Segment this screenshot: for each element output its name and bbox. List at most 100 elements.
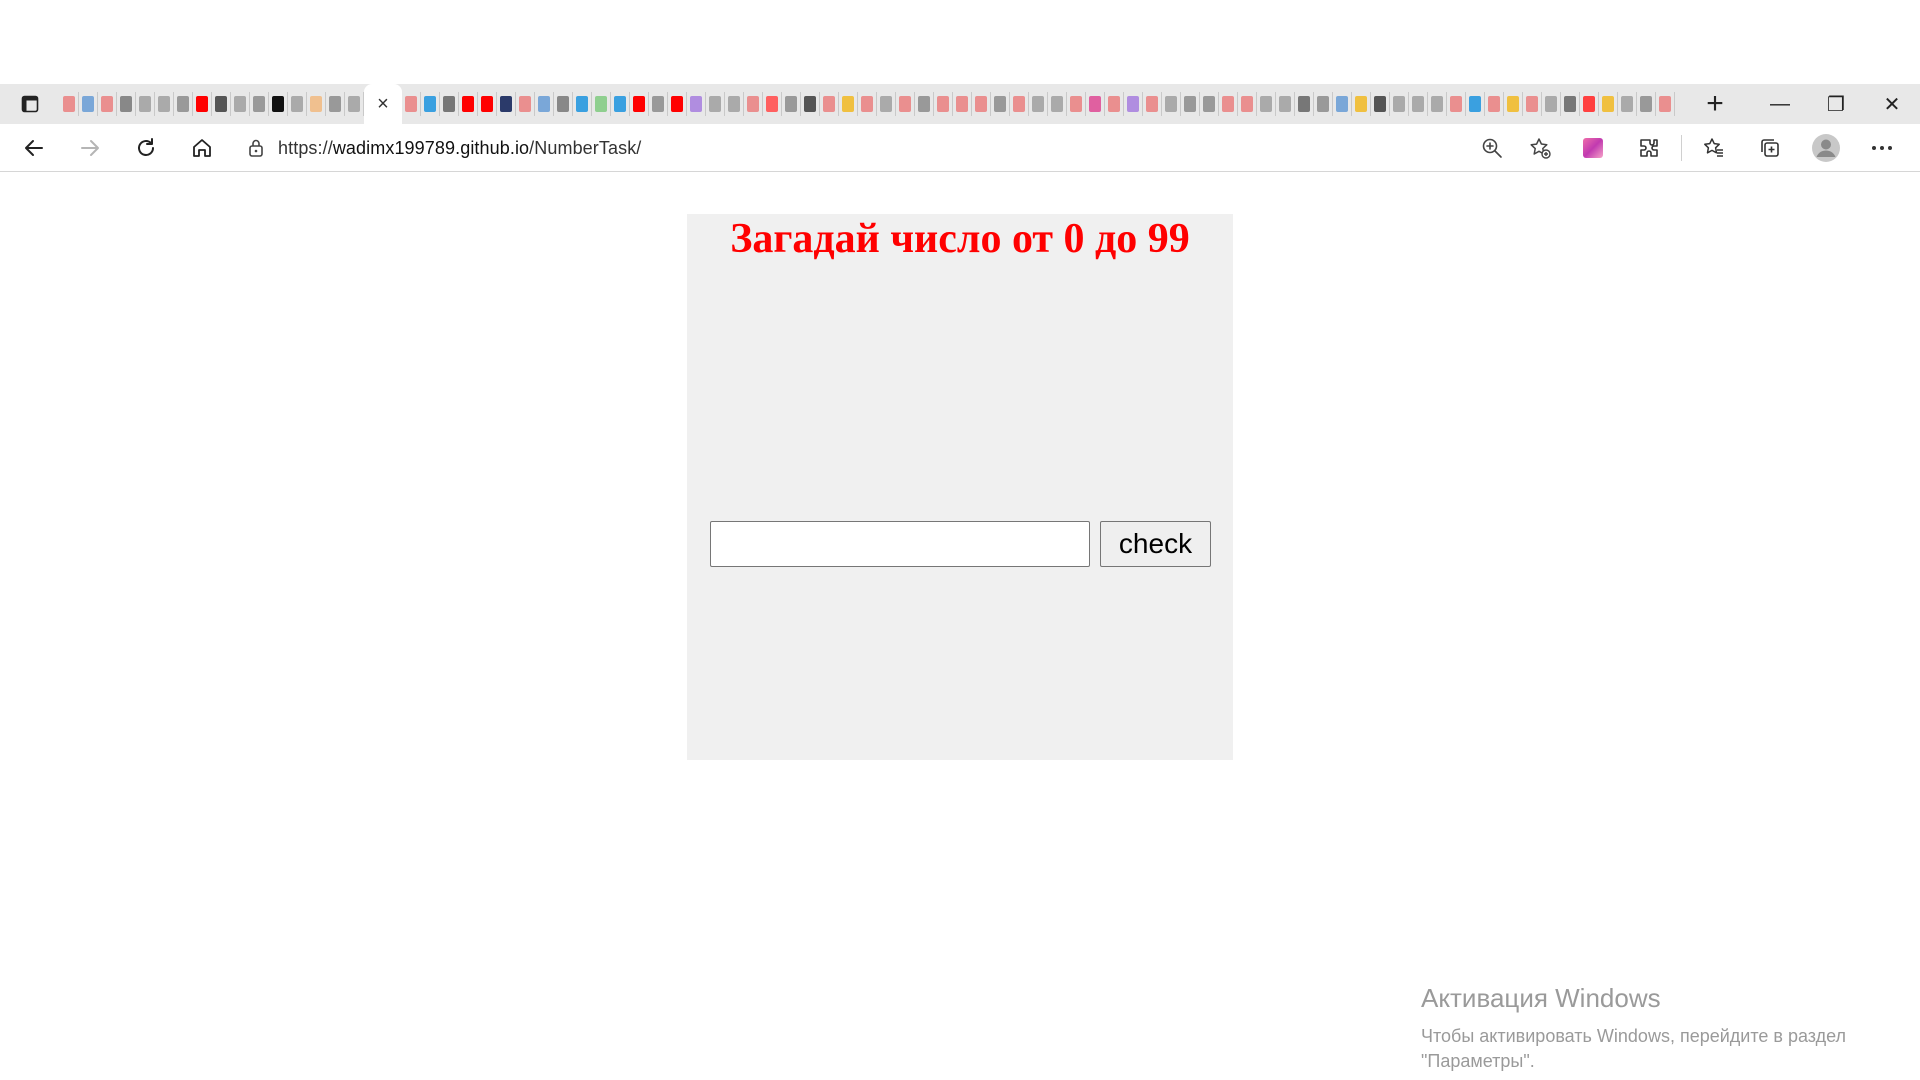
tab[interactable] — [972, 92, 991, 116]
tab[interactable] — [1428, 92, 1447, 116]
profile-color-button[interactable] — [1565, 124, 1621, 172]
tab[interactable] — [1048, 92, 1067, 116]
tab[interactable] — [839, 92, 858, 116]
tab[interactable] — [1447, 92, 1466, 116]
tab[interactable] — [1580, 92, 1599, 116]
tab[interactable] — [1466, 92, 1485, 116]
tab[interactable] — [1181, 92, 1200, 116]
tab[interactable] — [250, 92, 269, 116]
tab[interactable] — [915, 92, 934, 116]
active-tab[interactable]: × — [364, 84, 402, 124]
tab[interactable] — [174, 92, 193, 116]
tab[interactable] — [79, 92, 98, 116]
tab[interactable] — [554, 92, 573, 116]
tab[interactable] — [345, 92, 364, 116]
tab[interactable] — [687, 92, 706, 116]
tab[interactable] — [1067, 92, 1086, 116]
number-input[interactable] — [710, 521, 1090, 567]
tab[interactable] — [858, 92, 877, 116]
tab[interactable] — [1542, 92, 1561, 116]
tab[interactable] — [1238, 92, 1257, 116]
tab[interactable] — [307, 92, 326, 116]
tab[interactable] — [820, 92, 839, 116]
tab[interactable] — [516, 92, 535, 116]
tab[interactable] — [497, 92, 516, 116]
tab[interactable] — [934, 92, 953, 116]
tab[interactable] — [212, 92, 231, 116]
tab[interactable] — [1523, 92, 1542, 116]
tab[interactable] — [1485, 92, 1504, 116]
check-button[interactable]: check — [1100, 521, 1211, 567]
extensions-button[interactable] — [1621, 124, 1677, 172]
tab[interactable] — [459, 92, 478, 116]
tab[interactable] — [1105, 92, 1124, 116]
restore-button[interactable]: ❐ — [1808, 84, 1864, 124]
tab[interactable] — [193, 92, 212, 116]
tab[interactable] — [98, 92, 117, 116]
tab[interactable] — [117, 92, 136, 116]
refresh-button[interactable] — [118, 126, 174, 170]
tab[interactable] — [1504, 92, 1523, 116]
tab[interactable] — [1599, 92, 1618, 116]
tab[interactable] — [1162, 92, 1181, 116]
url-text[interactable]: https://wadimx199789.github.io/NumberTas… — [278, 138, 641, 159]
tab[interactable] — [763, 92, 782, 116]
more-button[interactable] — [1854, 124, 1910, 172]
tab[interactable] — [440, 92, 459, 116]
tab[interactable] — [1010, 92, 1029, 116]
tab[interactable] — [1390, 92, 1409, 116]
tab[interactable] — [668, 92, 687, 116]
close-tab-icon[interactable]: × — [377, 93, 389, 116]
tab[interactable] — [1637, 92, 1656, 116]
tab[interactable] — [136, 92, 155, 116]
tab[interactable] — [1618, 92, 1637, 116]
tab[interactable] — [573, 92, 592, 116]
lock-icon[interactable] — [234, 138, 278, 158]
tab[interactable] — [478, 92, 497, 116]
tab[interactable] — [1656, 92, 1675, 116]
tab[interactable] — [744, 92, 763, 116]
tab[interactable] — [1352, 92, 1371, 116]
favorites-button[interactable] — [1686, 124, 1742, 172]
tab[interactable] — [1143, 92, 1162, 116]
tab[interactable] — [1200, 92, 1219, 116]
profile-button[interactable] — [1798, 124, 1854, 172]
tab[interactable] — [1409, 92, 1428, 116]
tab[interactable] — [782, 92, 801, 116]
tab[interactable] — [953, 92, 972, 116]
address-bar[interactable]: https://wadimx199789.github.io/NumberTas… — [234, 128, 1564, 168]
tab[interactable] — [421, 92, 440, 116]
tab[interactable] — [592, 92, 611, 116]
tab[interactable] — [326, 92, 345, 116]
tab[interactable] — [611, 92, 630, 116]
tab[interactable] — [991, 92, 1010, 116]
add-favorite-button[interactable] — [1516, 128, 1564, 168]
close-window-button[interactable]: ✕ — [1864, 84, 1920, 124]
tab[interactable] — [155, 92, 174, 116]
forward-button[interactable] — [62, 126, 118, 170]
home-button[interactable] — [174, 126, 230, 170]
tab[interactable] — [1086, 92, 1105, 116]
tab[interactable] — [1371, 92, 1390, 116]
tab[interactable] — [896, 92, 915, 116]
tab[interactable] — [269, 92, 288, 116]
tab[interactable] — [801, 92, 820, 116]
tab[interactable] — [60, 92, 79, 116]
tab[interactable] — [1124, 92, 1143, 116]
tab[interactable] — [725, 92, 744, 116]
tab[interactable] — [402, 92, 421, 116]
tab[interactable] — [231, 92, 250, 116]
tab[interactable] — [649, 92, 668, 116]
zoom-button[interactable] — [1468, 128, 1516, 168]
new-tab-button[interactable]: + — [1687, 84, 1743, 124]
tab[interactable] — [630, 92, 649, 116]
tab[interactable] — [1276, 92, 1295, 116]
tab[interactable] — [535, 92, 554, 116]
tab[interactable] — [1295, 92, 1314, 116]
tab-actions-button[interactable] — [0, 84, 60, 124]
tab[interactable] — [1029, 92, 1048, 116]
tab[interactable] — [1561, 92, 1580, 116]
collections-button[interactable] — [1742, 124, 1798, 172]
back-button[interactable] — [6, 126, 62, 170]
tab[interactable] — [1333, 92, 1352, 116]
